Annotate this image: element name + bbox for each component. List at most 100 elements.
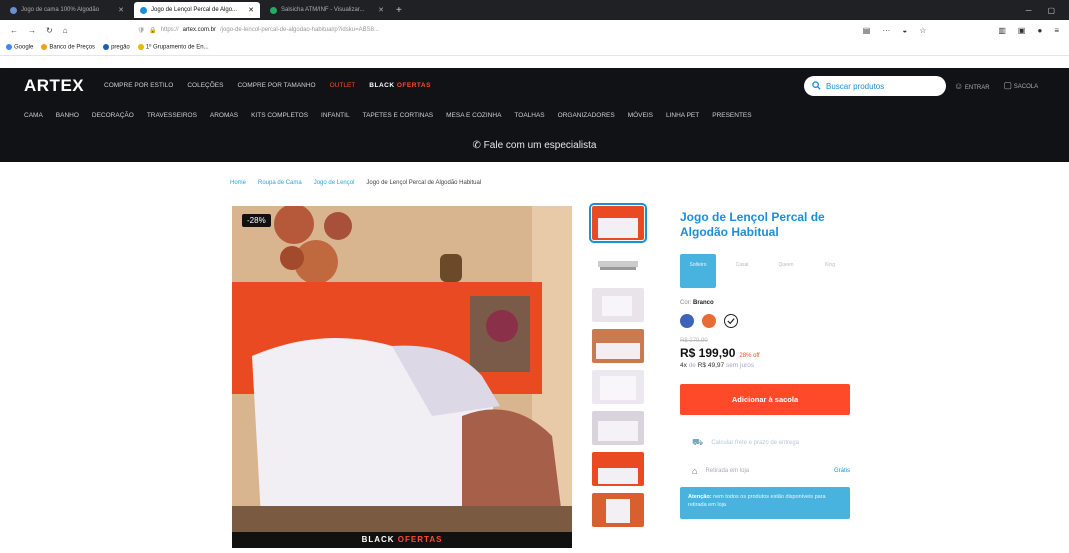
- browser-tab[interactable]: Salsicha ATM/INF - Visualizar... ✕: [264, 2, 390, 18]
- reader-view-icon[interactable]: ▤: [863, 26, 871, 35]
- category-item[interactable]: AROMAS: [210, 112, 238, 119]
- size-option[interactable]: King: [812, 254, 848, 288]
- store-pickup[interactable]: ⌂ Retirada em loja Grátis: [680, 463, 850, 479]
- tab-label: Jogo de cama 100% Algodão: [21, 7, 100, 13]
- pregao-icon: [103, 44, 110, 51]
- shipping-calculator[interactable]: ⛟ Calcular frete e prazo de entrega: [680, 435, 850, 451]
- breadcrumb-item[interactable]: Jogo de Lençol: [314, 180, 355, 186]
- whatsapp-icon: ✆: [472, 140, 481, 151]
- menu-item[interactable]: COMPRE POR ESTILO: [104, 82, 173, 89]
- bag-button[interactable]: ▢ SACOLA: [1004, 80, 1039, 91]
- category-item[interactable]: KITS COMPLETOS: [251, 112, 308, 119]
- size-selector: Solteiro Casal Queen King: [680, 254, 850, 288]
- more-icon[interactable]: ···: [882, 26, 890, 35]
- account-button[interactable]: ☺ ENTRAR: [954, 81, 990, 91]
- sidebar-icon[interactable]: ▣: [1018, 26, 1026, 35]
- browser-tab-active[interactable]: Jogo de Lençol Percal de Algo... ✕: [134, 2, 260, 18]
- tab-close-icon[interactable]: ✕: [378, 6, 384, 14]
- breadcrumb-item[interactable]: Roupa de Cama: [258, 180, 302, 186]
- thumbnail[interactable]: [592, 452, 644, 486]
- thumbnail[interactable]: [589, 203, 647, 243]
- thumbnail-list: [589, 203, 647, 527]
- menu-item[interactable]: COLEÇÕES: [187, 82, 223, 89]
- bookmark-item[interactable]: pregão: [103, 44, 130, 51]
- menu-item-black-friday[interactable]: BLACK OFERTAS: [369, 82, 431, 89]
- new-tab-button[interactable]: +: [396, 5, 402, 16]
- thumbnail[interactable]: [592, 329, 644, 363]
- browser-tab-bar: Jogo de cama 100% Algodão ✕ Jogo de Lenç…: [0, 0, 1069, 20]
- user-icon: ☺: [954, 80, 964, 91]
- category-item[interactable]: TOALHAS: [514, 112, 544, 119]
- tab-favicon-icon: [140, 6, 147, 14]
- product-main-image[interactable]: -28% BLACK OFERTAS: [232, 206, 572, 548]
- tab-close-icon[interactable]: ✕: [248, 6, 254, 14]
- tab-favicon-icon: [10, 6, 17, 14]
- color-swatch-orange[interactable]: [702, 314, 716, 328]
- product-title: Jogo de Lençol Percal de Algodão Habitua…: [680, 210, 825, 239]
- size-option[interactable]: Queen: [768, 254, 804, 288]
- pickup-alert: Atenção: nem todos os produtos estão dis…: [680, 487, 850, 519]
- category-item[interactable]: MÓVEIS: [628, 112, 653, 119]
- category-item[interactable]: TRAVESSEIROS: [147, 112, 197, 119]
- group-icon: [137, 44, 144, 51]
- category-item[interactable]: DECORAÇÃO: [92, 112, 134, 119]
- thumbnail[interactable]: [592, 411, 644, 445]
- category-item[interactable]: TAPETES E CORTINAS: [363, 112, 434, 119]
- home-icon[interactable]: ⌂: [63, 26, 68, 35]
- category-item[interactable]: LINHA PET: [666, 112, 699, 119]
- size-option[interactable]: Casal: [724, 254, 760, 288]
- bookmark-item[interactable]: 1º Grupamento de En...: [137, 44, 209, 51]
- add-to-cart-button[interactable]: Adicionar à sacola: [680, 384, 850, 415]
- site-logo[interactable]: ARTEX: [24, 76, 84, 96]
- thumbnail[interactable]: [592, 493, 644, 527]
- thumbnail[interactable]: [592, 288, 644, 322]
- account-icon[interactable]: ●: [1037, 26, 1042, 35]
- window-controls: ─ ▢: [1026, 6, 1069, 15]
- address-bar[interactable]: 🛡 🔒 https://artex.com.br/jogo-de-lencol-…: [138, 23, 853, 37]
- bookmark-item[interactable]: Banco de Preços: [41, 44, 95, 51]
- bookmark-star-icon[interactable]: ☆: [919, 26, 926, 35]
- maximize-icon[interactable]: ▢: [1047, 6, 1055, 15]
- specialist-link[interactable]: ✆ Fale com um especialista: [0, 140, 1069, 151]
- color-swatch-blue[interactable]: [680, 314, 694, 328]
- forward-icon[interactable]: →: [28, 26, 36, 35]
- size-option-selected[interactable]: Solteiro: [680, 254, 716, 288]
- category-item[interactable]: BANHO: [56, 112, 79, 119]
- search-input[interactable]: Buscar produtos: [804, 76, 946, 96]
- truck-icon: ⛟: [692, 437, 704, 447]
- bookmark-item[interactable]: Google: [6, 44, 33, 51]
- library-icon[interactable]: ▥: [998, 26, 1006, 35]
- tab-label: Salsicha ATM/INF - Visualizar...: [281, 7, 365, 13]
- black-friday-banner: BLACK OFERTAS: [232, 532, 572, 548]
- reload-icon[interactable]: ↻: [46, 26, 53, 35]
- tab-close-icon[interactable]: ✕: [118, 6, 124, 14]
- breadcrumb-item[interactable]: Home: [230, 180, 246, 186]
- breadcrumb: Home Roupa de Cama Jogo de Lençol Jogo d…: [230, 180, 481, 186]
- thumbnail[interactable]: [592, 370, 644, 404]
- url-path: /jogo-de-lencol-percal-de-algodao-habitu…: [220, 27, 379, 33]
- color-swatch-white-selected[interactable]: [724, 314, 738, 328]
- category-item[interactable]: CAMA: [24, 112, 43, 119]
- tab-favicon-icon: [270, 6, 277, 14]
- back-icon[interactable]: ←: [10, 26, 18, 35]
- pocket-icon[interactable]: ◒: [902, 26, 907, 35]
- category-item[interactable]: PRESENTES: [712, 112, 751, 119]
- url-prefix: https://: [160, 27, 179, 33]
- product-info-panel: Jogo de Lençol Percal de Algodão Habitua…: [680, 210, 850, 519]
- thumbnail[interactable]: [592, 247, 644, 281]
- minimize-icon[interactable]: ─: [1026, 6, 1032, 15]
- category-item[interactable]: ORGANIZADORES: [558, 112, 615, 119]
- current-price: R$ 199,90 28% off: [680, 346, 760, 360]
- color-label: Cor: Branco: [680, 300, 714, 306]
- browser-tab[interactable]: Jogo de cama 100% Algodão ✕: [4, 2, 130, 18]
- category-item[interactable]: INFANTIL: [321, 112, 350, 119]
- discount-percent: 28% off: [739, 353, 760, 359]
- menu-icon[interactable]: ≡: [1054, 26, 1059, 35]
- menu-item-outlet[interactable]: OUTLET: [330, 82, 356, 89]
- google-icon: [6, 44, 12, 51]
- color-swatches: [680, 314, 850, 328]
- category-menu: CAMA BANHO DECORAÇÃO TRAVESSEIROS AROMAS…: [24, 112, 752, 119]
- category-item[interactable]: MESA E COZINHA: [446, 112, 501, 119]
- tab-label: Jogo de Lençol Percal de Algo...: [151, 7, 238, 13]
- menu-item[interactable]: COMPRE POR TAMANHO: [237, 82, 315, 89]
